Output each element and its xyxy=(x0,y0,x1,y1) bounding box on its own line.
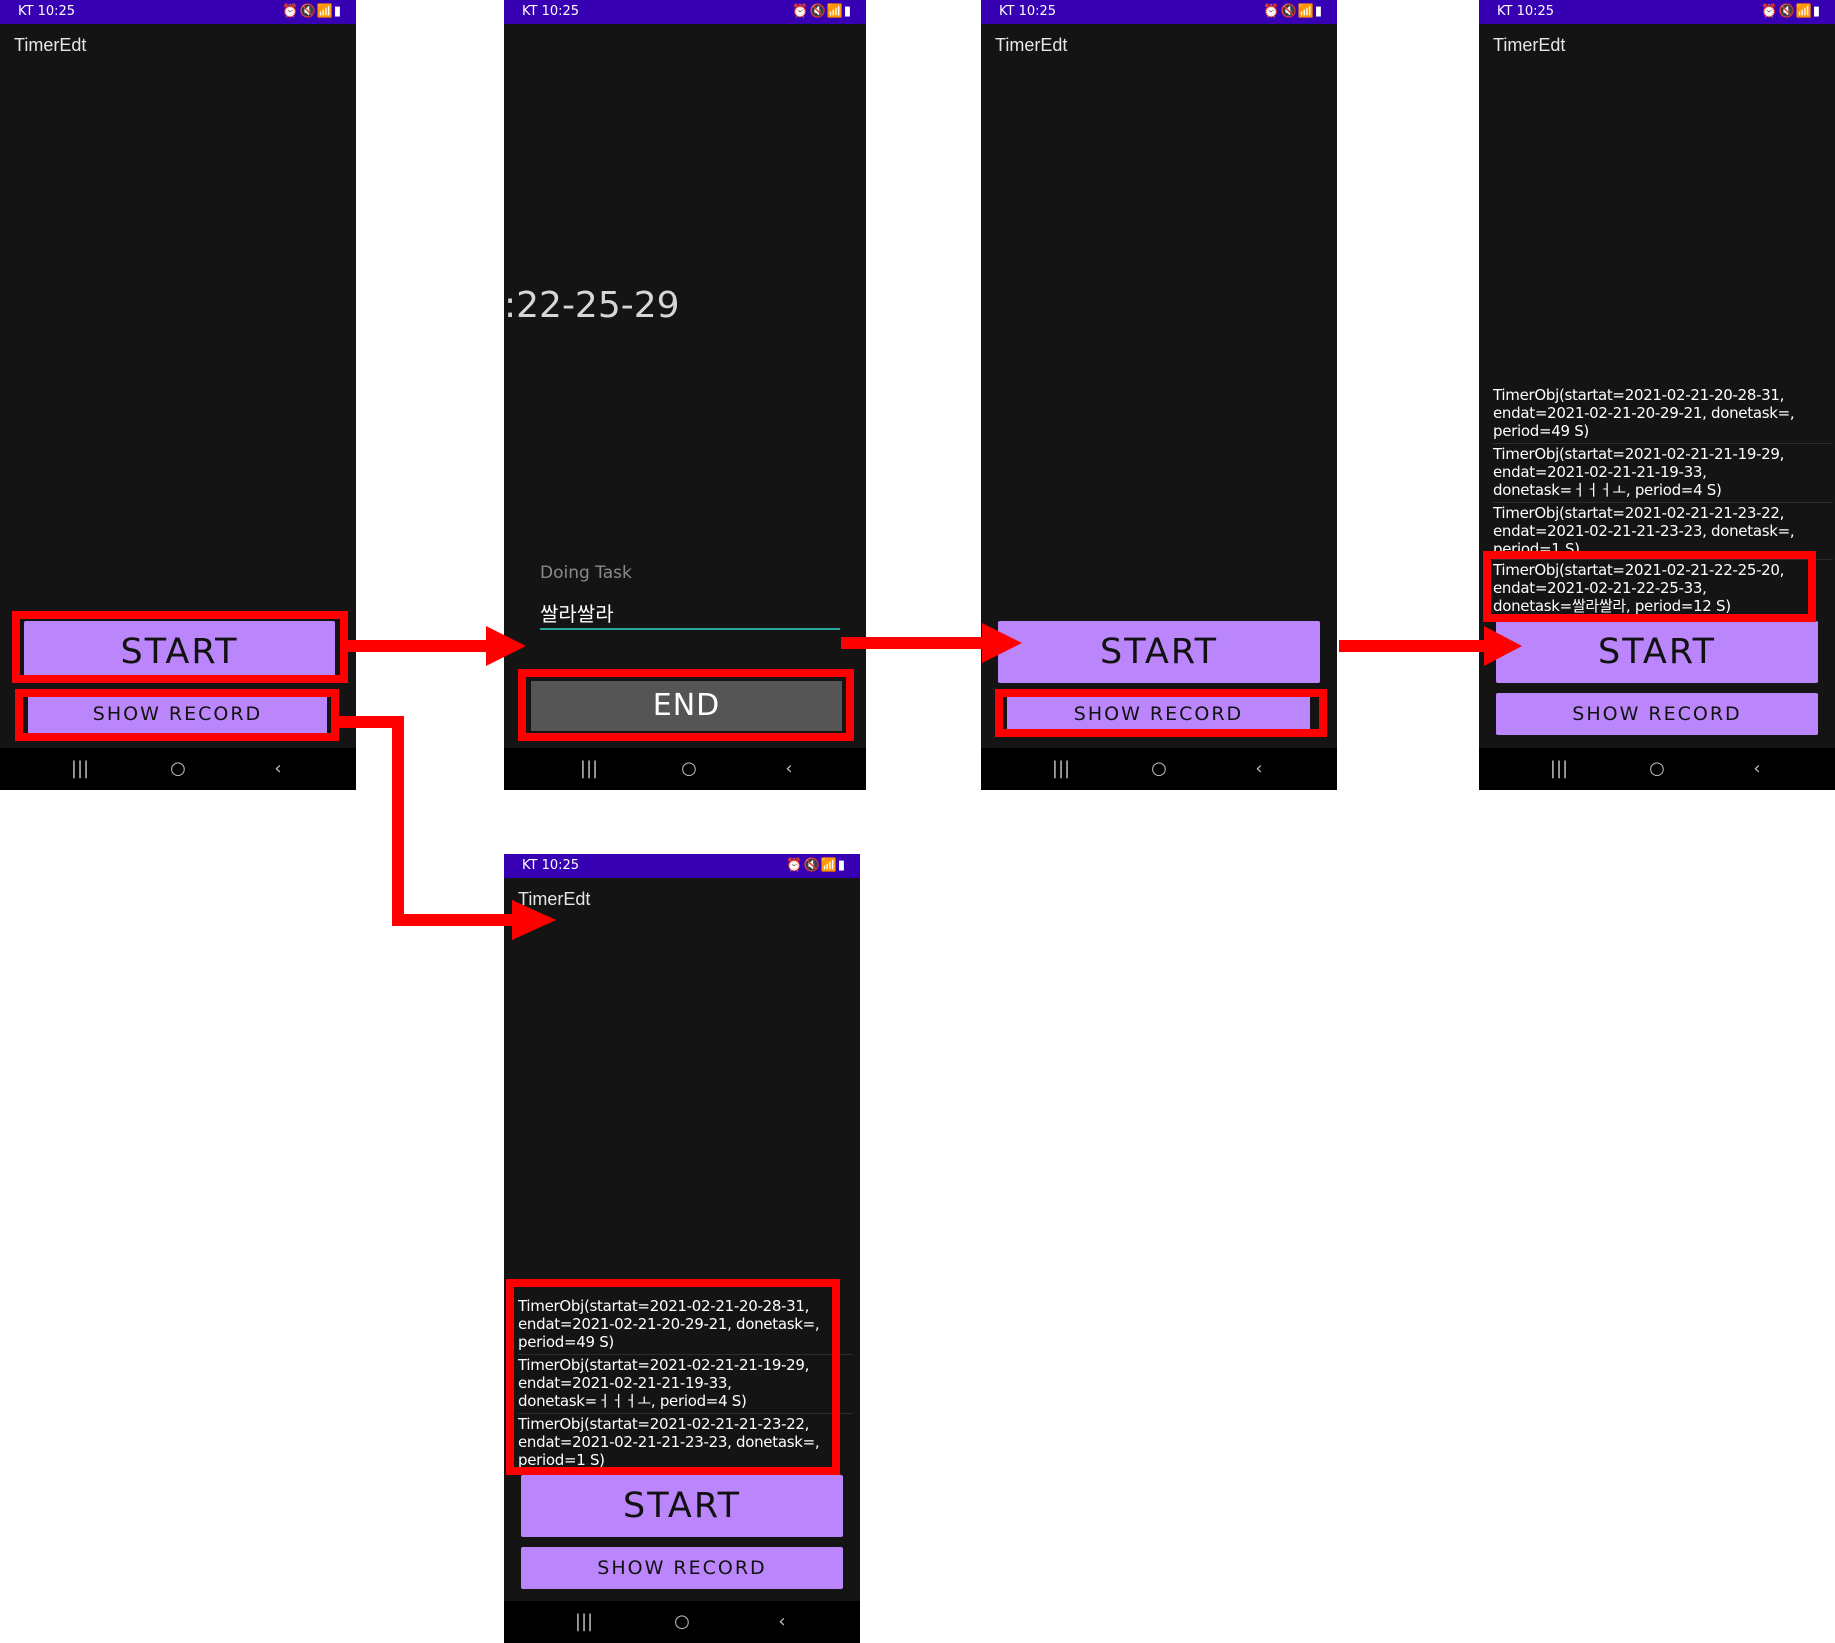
arrow-shaft xyxy=(1339,640,1486,652)
arrow-shaft xyxy=(841,637,986,649)
arrowhead-icon xyxy=(512,900,556,940)
arrowhead-icon xyxy=(1484,626,1522,666)
arrow-shaft xyxy=(348,640,488,652)
arrow-shaft xyxy=(392,914,514,926)
arrow-shaft xyxy=(392,716,404,926)
arrowhead-icon xyxy=(982,623,1022,663)
flow-arrows xyxy=(338,623,1522,940)
arrowhead-icon xyxy=(486,626,526,666)
